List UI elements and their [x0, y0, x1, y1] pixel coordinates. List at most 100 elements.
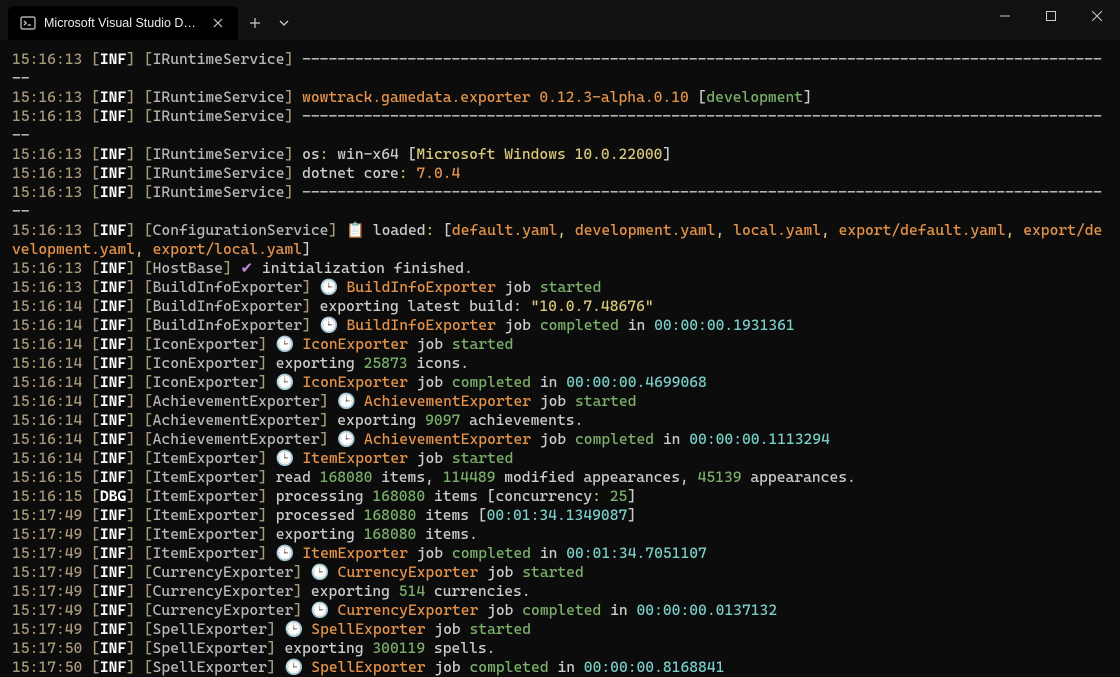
log-text: processed: [276, 506, 364, 524]
tab-dropdown-button[interactable]: [272, 6, 296, 40]
log-level: INF: [100, 582, 126, 600]
log-level: INF: [100, 525, 126, 543]
log-level: INF: [100, 392, 126, 410]
console-output[interactable]: 15:16:13 [INF] [IRuntimeService] -------…: [0, 40, 1120, 677]
log-text: win-x64: [328, 145, 407, 163]
service-name: IconExporter: [153, 373, 258, 391]
log-text: Microsoft Windows 10.0.22000: [416, 145, 662, 163]
new-tab-button[interactable]: [238, 6, 272, 40]
timestamp: 15:16:13: [12, 164, 82, 182]
log-text: ItemExporter: [303, 449, 408, 467]
active-tab[interactable]: Microsoft Visual Studio Debug: [8, 6, 238, 40]
log-icon: 🕒: [276, 449, 294, 468]
log-line: 15:17:49 [INF] [CurrencyExporter] 🕒 Curr…: [12, 601, 1108, 620]
timestamp: 15:16:14: [12, 335, 82, 353]
log-text: [329, 563, 338, 581]
timestamp: 15:16:14: [12, 316, 82, 334]
log-line: 15:16:14 [INF] [AchievementExporter] 🕒 A…: [12, 430, 1108, 449]
log-text: in: [531, 373, 566, 391]
log-text: job: [478, 601, 522, 619]
timestamp: 15:16:13: [12, 107, 82, 125]
log-text: SpellExporter: [311, 658, 425, 676]
service-name: ItemExporter: [153, 468, 258, 486]
log-level: INF: [100, 411, 126, 429]
log-text: ,: [821, 221, 839, 239]
service-name: CurrencyExporter: [153, 582, 294, 600]
service-name: ItemExporter: [153, 544, 258, 562]
log-line: 15:16:13 [INF] [IRuntimeService] -------…: [12, 50, 1108, 88]
log-icon: 🕒: [337, 392, 355, 411]
log-text: in: [601, 601, 636, 619]
log-text: started: [452, 449, 514, 467]
log-text: started: [522, 563, 584, 581]
log-text: AchievementExporter: [364, 430, 531, 448]
service-name: BuildInfoExporter: [153, 278, 302, 296]
timestamp: 15:16:14: [12, 411, 82, 429]
log-text: wowtrack.gamedata.exporter 0.12.3-alpha.…: [302, 88, 689, 106]
log-line: 15:16:13 [INF] [IRuntimeService] -------…: [12, 183, 1108, 221]
log-level: INF: [100, 430, 126, 448]
log-level: INF: [100, 297, 126, 315]
log-text: 25873: [364, 354, 408, 372]
log-text: IconExporter: [303, 373, 408, 391]
timestamp: 15:16:13: [12, 88, 82, 106]
log-line: 15:16:14 [INF] [BuildInfoExporter] 🕒 Bui…: [12, 316, 1108, 335]
log-line: 15:17:49 [INF] [ItemExporter] exporting …: [12, 525, 1108, 544]
log-text: default.yaml: [452, 221, 557, 239]
service-name: SpellExporter: [153, 639, 267, 657]
log-text: icons.: [408, 354, 470, 372]
log-text: in: [531, 544, 566, 562]
log-text: 300119: [372, 639, 425, 657]
log-line: 15:16:13 [INF] [IRuntimeService] os: win…: [12, 145, 1108, 164]
log-line: 15:16:15 [DBG] [ItemExporter] processing…: [12, 487, 1108, 506]
log-text: IconExporter: [303, 335, 408, 353]
log-text: 168080: [364, 525, 417, 543]
log-text: concurrency: [495, 487, 592, 505]
tab-title: Microsoft Visual Studio Debug: [44, 16, 202, 30]
log-text: exporting latest build:: [320, 297, 531, 315]
log-text: loaded: [364, 221, 426, 239]
log-text: exporting: [276, 525, 364, 543]
log-level: INF: [100, 354, 126, 372]
timestamp: 15:16:13: [12, 50, 82, 68]
log-level: INF: [100, 373, 126, 391]
titlebar: Microsoft Visual Studio Debug: [0, 0, 1120, 40]
close-window-button[interactable]: [1074, 0, 1120, 32]
titlebar-left: Microsoft Visual Studio Debug: [0, 0, 296, 40]
log-text: started: [540, 278, 602, 296]
log-text: completed: [540, 316, 619, 334]
service-name: IRuntimeService: [153, 107, 285, 125]
log-text: job: [531, 430, 575, 448]
log-text: CurrencyExporter: [338, 563, 479, 581]
log-text: development.yaml: [575, 221, 716, 239]
log-text: job: [478, 563, 522, 581]
log-text: started: [452, 335, 514, 353]
close-tab-button[interactable]: [210, 15, 226, 31]
log-level: INF: [100, 468, 126, 486]
log-icon: 🕒: [276, 544, 294, 563]
log-text: 168080: [364, 506, 417, 524]
timestamp: 15:16:14: [12, 449, 82, 467]
service-name: AchievementExporter: [153, 430, 320, 448]
log-text: local.yaml: [733, 221, 821, 239]
log-level: INF: [100, 601, 126, 619]
log-level: INF: [100, 335, 126, 353]
log-text: ]: [803, 88, 812, 106]
service-name: CurrencyExporter: [153, 601, 294, 619]
minimize-button[interactable]: [982, 0, 1028, 32]
service-name: BuildInfoExporter: [153, 297, 302, 315]
log-level: INF: [100, 506, 126, 524]
timestamp: 15:17:49: [12, 525, 82, 543]
log-text: export/local.yaml: [153, 240, 302, 258]
log-line: 15:17:49 [INF] [SpellExporter] 🕒 SpellEx…: [12, 620, 1108, 639]
timestamp: 15:17:49: [12, 620, 82, 638]
log-icon: 📋: [346, 221, 364, 240]
log-text: BuildInfoExporter: [346, 278, 495, 296]
timestamp: 15:16:13: [12, 278, 82, 296]
log-line: 15:16:13 [INF] [IRuntimeService] wowtrac…: [12, 88, 1108, 107]
maximize-button[interactable]: [1028, 0, 1074, 32]
log-text: dotnet core: [302, 164, 399, 182]
log-level: INF: [100, 145, 126, 163]
log-text: job: [496, 278, 540, 296]
log-level: INF: [100, 563, 126, 581]
